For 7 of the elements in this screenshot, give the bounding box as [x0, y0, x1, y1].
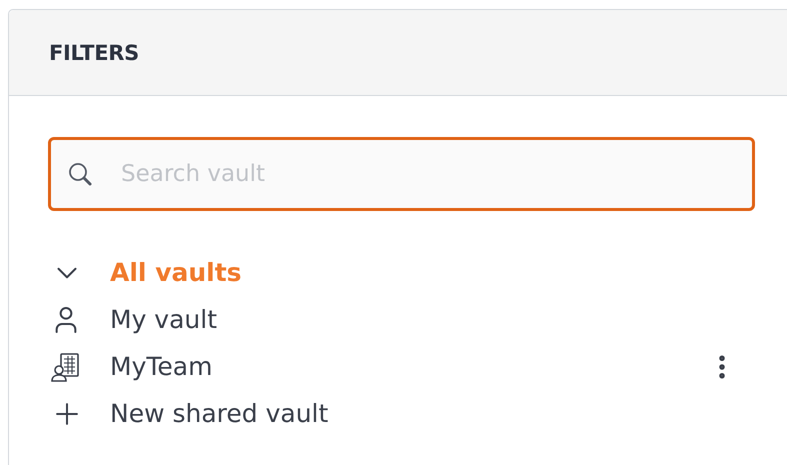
- vault-item[interactable]: New shared vault: [110, 399, 328, 428]
- search-icon: [67, 161, 93, 187]
- search-field[interactable]: Search vault: [48, 137, 755, 211]
- vault-item[interactable]: MyTeam: [110, 352, 212, 381]
- vault-item[interactable]: My vault: [110, 305, 218, 334]
- panel-title: FILTERS: [49, 40, 139, 64]
- team-vault-icon: [50, 350, 82, 382]
